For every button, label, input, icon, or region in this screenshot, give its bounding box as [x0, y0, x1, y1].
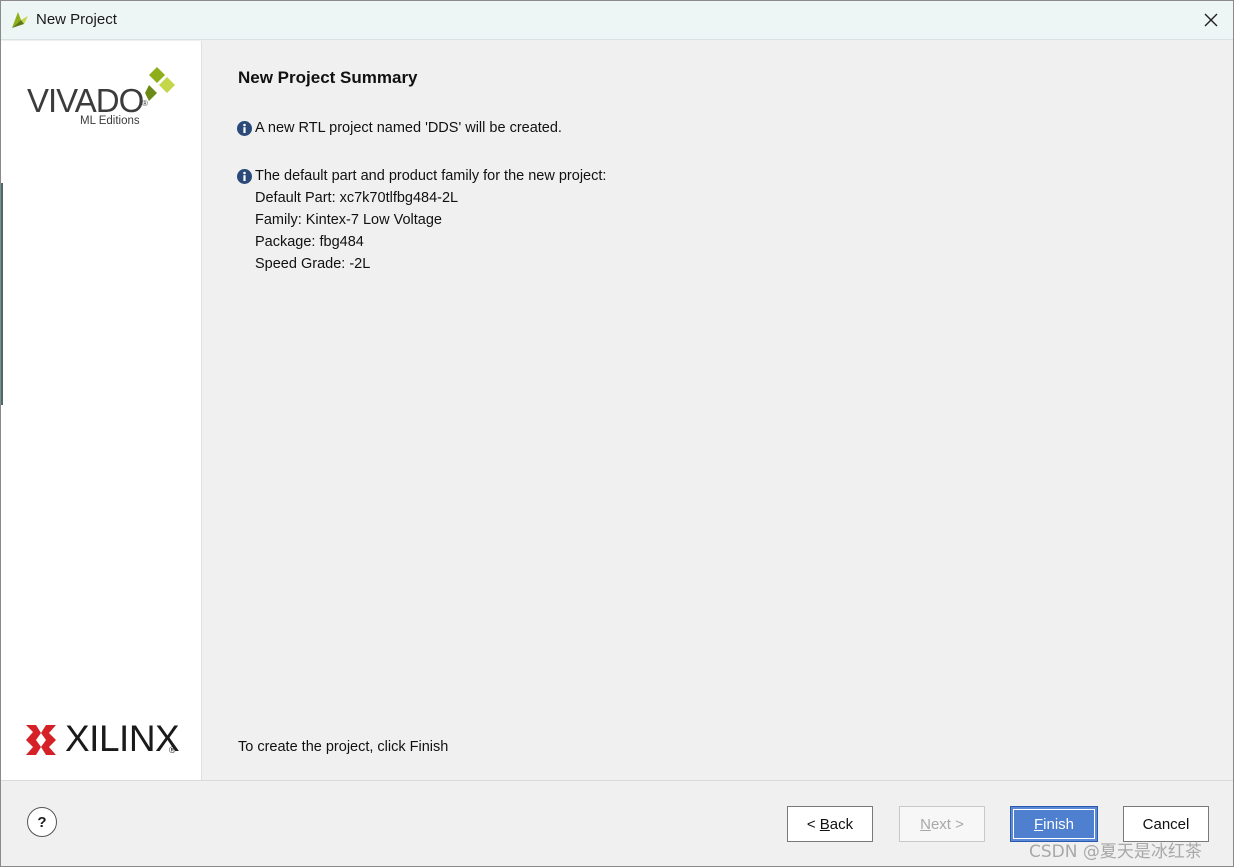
part-intro-message: The default part and product family for …: [255, 168, 607, 184]
package-value: Package: fbg484: [255, 234, 364, 250]
xilinx-logo-mark: [26, 725, 56, 755]
xilinx-logo-registered: ®: [169, 745, 176, 755]
vivado-logo-subtitle: ML Editions: [80, 115, 140, 127]
next-button[interactable]: Next >: [899, 806, 985, 842]
sidebar: VIVADO ® ML Editions: [1, 41, 202, 780]
new-project-dialog: New Project VIVADO ® ML Editions XILINX …: [0, 0, 1234, 867]
next-button-mnemonic: N: [920, 815, 931, 833]
close-button[interactable]: [1189, 1, 1233, 39]
speed-grade-value: Speed Grade: -2L: [255, 256, 371, 272]
title-bar[interactable]: New Project: [1, 1, 1233, 40]
back-button-label: ack: [829, 815, 854, 833]
finish-button-label: inish: [1043, 815, 1075, 833]
sidebar-edge-accent: [1, 183, 3, 405]
window-title: New Project: [36, 11, 117, 28]
info-icon: [237, 169, 252, 184]
project-created-message: A new RTL project named 'DDS' will be cr…: [255, 120, 562, 136]
xilinx-logo-text: XILINX: [65, 718, 180, 759]
next-button-label: ext >: [930, 815, 964, 833]
back-button-mnemonic: B: [819, 815, 830, 833]
back-button-prefix: <: [806, 815, 820, 833]
default-part-value: Default Part: xc7k70tlfbg484-2L: [255, 190, 459, 206]
summary-panel: New Project Summary A new RTL project na…: [202, 41, 1233, 780]
family-value: Family: Kintex-7 Low Voltage: [255, 212, 442, 228]
page-title: New Project Summary: [238, 68, 418, 87]
vivado-logo-mark: [145, 67, 175, 101]
finish-instruction: To create the project, click Finish: [238, 739, 449, 755]
close-icon: [1204, 13, 1218, 27]
vivado-app-icon: [12, 12, 28, 28]
back-button[interactable]: < Back: [787, 806, 873, 842]
info-icon: [237, 121, 252, 136]
help-button[interactable]: ?: [27, 807, 57, 837]
watermark: CSDN @夏天是冰红茶: [1029, 842, 1202, 862]
finish-button-mnemonic: F: [1033, 815, 1044, 833]
